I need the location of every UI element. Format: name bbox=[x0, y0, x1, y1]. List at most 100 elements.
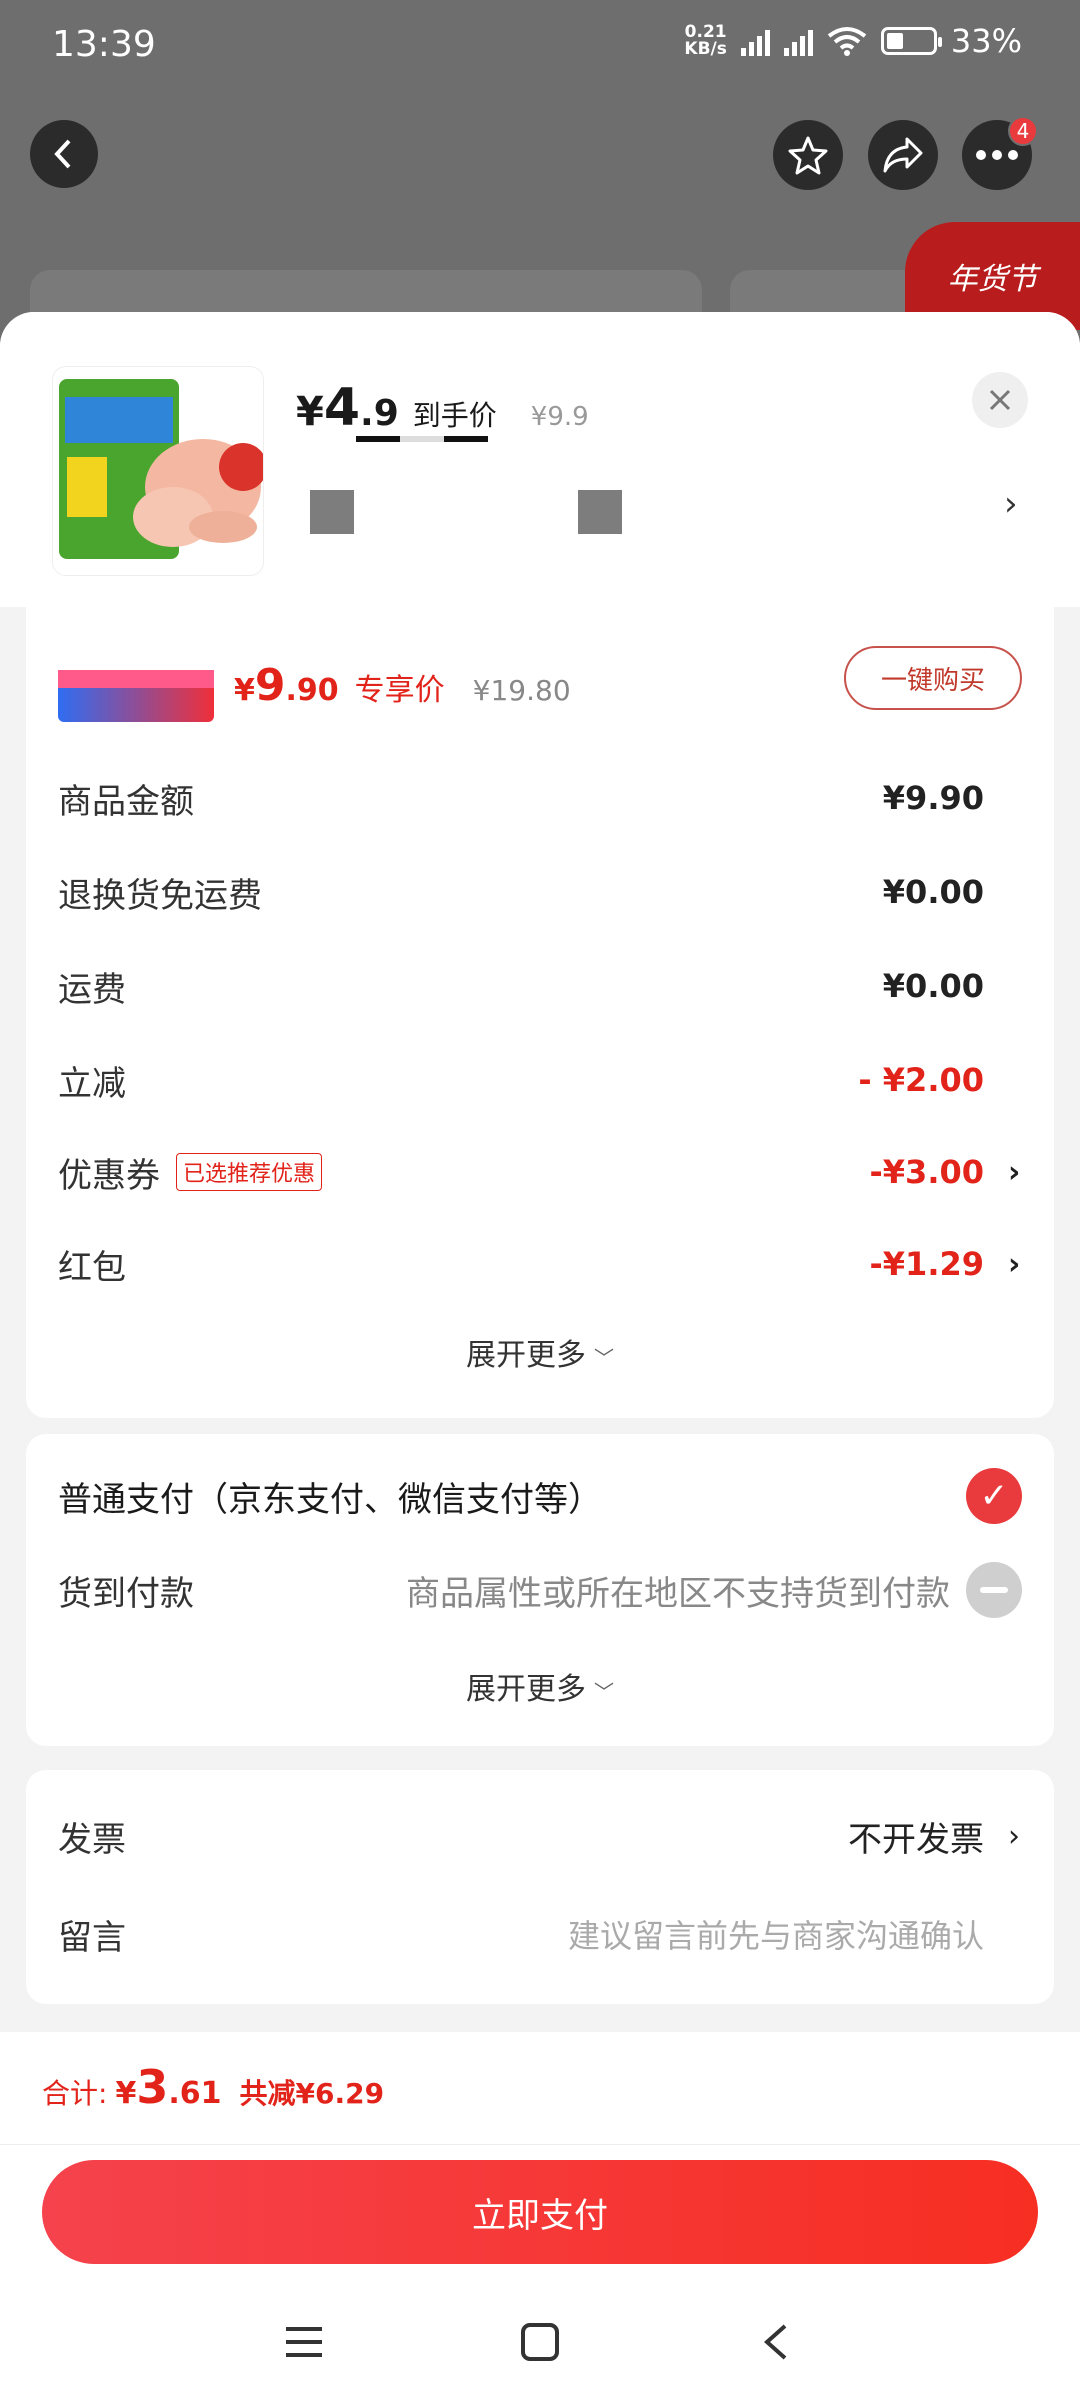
invoice-value: 不开发票 bbox=[848, 1819, 984, 1860]
status-icons: 0.21 KB/s 33% bbox=[684, 22, 1022, 60]
battery-icon bbox=[880, 27, 942, 55]
back-icon bbox=[763, 2324, 787, 2360]
summary-row-shipping: 运费 ¥0.00 bbox=[58, 956, 1022, 1016]
chevron-down-icon: ﹀ bbox=[594, 1680, 614, 1704]
expand-more-button[interactable]: 展开更多 ﹀ bbox=[26, 1664, 1054, 1708]
chevron-right-icon: › bbox=[1008, 1818, 1020, 1854]
invoice-label: 发票 bbox=[58, 1819, 126, 1860]
favorite-button[interactable] bbox=[773, 120, 843, 190]
network-speed-unit: KB/s bbox=[684, 39, 727, 59]
expand-more-label: 展开更多 bbox=[466, 1672, 586, 1707]
payment-option-label: 货到付款 bbox=[58, 1573, 194, 1614]
summary-label: 立减 bbox=[58, 1063, 126, 1104]
battery-percent: 33% bbox=[950, 22, 1022, 60]
chevron-right-icon[interactable]: › bbox=[1004, 484, 1018, 524]
back-button[interactable] bbox=[30, 120, 98, 188]
summary-row-instant-discount: 立减 - ¥2.00 bbox=[58, 1050, 1022, 1110]
star-icon bbox=[788, 136, 828, 175]
summary-label: 退换货免运费 bbox=[58, 875, 262, 916]
product-image bbox=[52, 366, 264, 576]
total-label: 合计: bbox=[42, 2077, 108, 2110]
spec-placeholder bbox=[310, 490, 354, 534]
price-underline bbox=[356, 436, 488, 442]
payment-option-label: 普通支付（京东支付、微信支付等） bbox=[58, 1479, 602, 1520]
status-time: 13:39 bbox=[52, 24, 156, 65]
deal-price-decimal: .90 bbox=[285, 673, 339, 708]
summary-row-red-packet[interactable]: 红包 -¥1.29 › bbox=[58, 1234, 1022, 1294]
menu-icon bbox=[286, 2327, 322, 2357]
price-decimal: .9 bbox=[360, 393, 399, 434]
deal-original-price: ¥19.80 bbox=[472, 674, 571, 707]
total-integer: 3 bbox=[136, 2060, 169, 2114]
signal-icon bbox=[740, 26, 770, 56]
summary-label: 商品金额 bbox=[58, 781, 194, 822]
price-label: 到手价 bbox=[412, 399, 497, 432]
more-button[interactable]: 4 bbox=[962, 116, 1038, 190]
one-click-buy-button[interactable]: 一键购买 bbox=[844, 646, 1022, 710]
network-speed: 0.21 KB/s bbox=[684, 24, 726, 58]
payment-method-card: 普通支付（京东支付、微信支付等） ✓ 货到付款 商品属性或所在地区不支持货到付款… bbox=[26, 1434, 1054, 1746]
message-label: 留言 bbox=[58, 1917, 126, 1958]
summary-value: ¥9.90 bbox=[882, 779, 984, 817]
message-row[interactable]: 留言 建议留言前先与商家沟通确认 bbox=[58, 1904, 1022, 1964]
menu-button[interactable] bbox=[274, 2312, 334, 2372]
price-integer: 4 bbox=[323, 378, 361, 438]
spec-placeholder bbox=[578, 490, 622, 534]
recommended-coupon-chip: 已选推荐优惠 bbox=[176, 1153, 323, 1191]
share-icon bbox=[883, 137, 923, 173]
summary-label: 优惠券 bbox=[58, 1155, 160, 1196]
summary-value: ¥0.00 bbox=[882, 967, 984, 1005]
original-price: ¥9.9 bbox=[530, 402, 589, 432]
payment-option-cod: 货到付款 商品属性或所在地区不支持货到付款 bbox=[58, 1560, 1022, 1620]
chevron-down-icon: ﹀ bbox=[594, 1346, 614, 1370]
chevron-right-icon: › bbox=[1008, 1154, 1021, 1190]
total-symbol: ¥ bbox=[115, 2076, 137, 2111]
summary-value: - ¥2.00 bbox=[858, 1061, 984, 1099]
expand-more-button[interactable]: 展开更多 ﹀ bbox=[26, 1330, 1054, 1374]
invoice-row[interactable]: 发票 不开发票 › bbox=[58, 1806, 1022, 1866]
close-button[interactable] bbox=[972, 372, 1028, 428]
deal-tag: 专享价 bbox=[354, 673, 445, 708]
back-icon bbox=[54, 139, 71, 169]
total-decimal: .61 bbox=[168, 2076, 222, 2111]
deal-price: ¥ 9 .90 专享价 ¥19.80 bbox=[234, 660, 571, 711]
summary-value: -¥3.00 bbox=[869, 1153, 985, 1191]
expand-more-label: 展开更多 bbox=[466, 1338, 586, 1373]
summary-label: 运费 bbox=[58, 969, 126, 1010]
checkmark-icon[interactable]: ✓ bbox=[966, 1468, 1022, 1524]
divider bbox=[0, 2144, 1080, 2145]
summary-value: -¥1.29 bbox=[869, 1245, 985, 1283]
summary-label: 红包 bbox=[58, 1247, 126, 1288]
payment-option-normal[interactable]: 普通支付（京东支付、微信支付等） ✓ bbox=[58, 1466, 1022, 1526]
summary-row-coupon[interactable]: 优惠券 已选推荐优惠 -¥3.00 › bbox=[58, 1142, 1022, 1202]
system-nav-bar bbox=[0, 2290, 1080, 2400]
final-price: ¥ 4 .9 到手价 ¥9.9 bbox=[296, 378, 589, 438]
wifi-icon bbox=[827, 27, 867, 56]
message-input[interactable]: 建议留言前先与商家沟通确认 bbox=[568, 1911, 984, 1957]
product-header: ¥ 4 .9 到手价 ¥9.9 › bbox=[0, 312, 1080, 607]
total-saved: 共减¥6.29 bbox=[239, 2077, 385, 2110]
summary-row-return-shipping: 退换货免运费 ¥0.00 bbox=[58, 862, 1022, 922]
home-button[interactable] bbox=[510, 2312, 570, 2372]
home-icon bbox=[521, 2323, 559, 2361]
invoice-card: 发票 不开发票 › 留言 建议留言前先与商家沟通确认 bbox=[26, 1770, 1054, 2004]
status-bar: 13:39 0.21 KB/s 33% bbox=[0, 0, 1080, 96]
close-icon bbox=[989, 389, 1011, 411]
deal-thumbnail bbox=[58, 670, 214, 722]
deal-price-integer: 9 bbox=[254, 660, 286, 711]
deal-price-symbol: ¥ bbox=[234, 673, 255, 708]
price-symbol: ¥ bbox=[296, 389, 324, 435]
signal-icon bbox=[783, 26, 813, 56]
summary-value: ¥0.00 bbox=[882, 873, 984, 911]
total-amount: 合计: ¥ 3 .61 共减¥6.29 bbox=[42, 2060, 384, 2114]
system-back-button[interactable] bbox=[746, 2312, 806, 2372]
disabled-icon bbox=[966, 1562, 1022, 1618]
chevron-right-icon: › bbox=[1008, 1246, 1021, 1282]
cod-unavailable-note: 商品属性或所在地区不支持货到付款 bbox=[406, 1573, 950, 1614]
share-button[interactable] bbox=[868, 120, 938, 190]
price-summary-card: 商品金额 ¥9.90 退换货免运费 ¥0.00 运费 ¥0.00 立减 - ¥2… bbox=[26, 730, 1054, 1418]
notification-badge: 4 bbox=[1008, 116, 1038, 146]
more-icon bbox=[976, 150, 1018, 160]
pay-now-button[interactable]: 立即支付 bbox=[42, 2160, 1038, 2264]
summary-row-goods-amount: 商品金额 ¥9.90 bbox=[58, 768, 1022, 828]
